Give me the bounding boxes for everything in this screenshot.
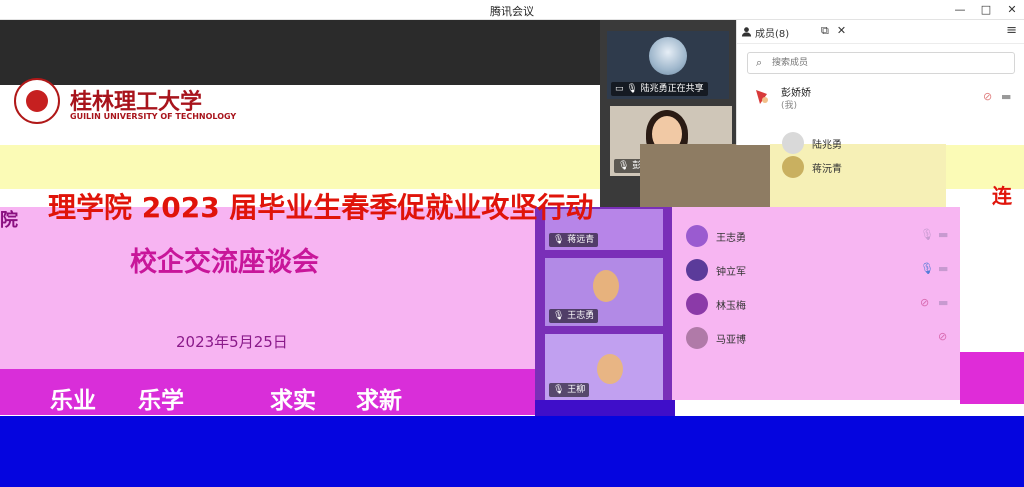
video-tile-sharer[interactable]: ▭ 🎙 陆兆勇正在共享	[607, 31, 729, 99]
member-name: 蒋沅青	[812, 164, 842, 175]
mic-muted-icon[interactable]: ⊘	[983, 90, 992, 103]
camera-icon[interactable]: ▬	[938, 262, 948, 275]
mic-muted-icon[interactable]: ⊘	[938, 330, 947, 343]
mic-muted-icon[interactable]: ⊘	[920, 296, 929, 309]
window-controls: — □ ✕	[954, 2, 1018, 18]
logo-emblem	[26, 90, 48, 112]
popout-icon[interactable]: ⧉	[821, 24, 829, 38]
avatar	[686, 225, 708, 247]
close-icon[interactable]: ✕	[837, 24, 846, 38]
slide-strip	[535, 400, 675, 416]
slide-headline-fragment: 院	[0, 210, 18, 231]
member-search-input[interactable]	[772, 55, 1002, 71]
slide-motto-4: 求新	[356, 388, 402, 414]
slide-motto-3: 求实	[270, 388, 316, 414]
camera-icon[interactable]: ▬	[1001, 90, 1011, 103]
title-bar: 腾讯会议 — □ ✕	[0, 0, 1024, 20]
avatar	[686, 327, 708, 349]
video-tile-name: 🎙 蒋远青	[549, 233, 599, 247]
member-name: 彭娇娇	[781, 88, 811, 99]
participant-name: 蒋远青	[567, 235, 595, 245]
camera-icon[interactable]: ▬	[938, 296, 948, 309]
participant-face	[593, 270, 619, 302]
mic-icon[interactable]: 🎙	[920, 262, 934, 275]
meeting-window: 腾讯会议 — □ ✕ 桂林理工大学 GUILIN UNIVERSITY OF T…	[0, 0, 1024, 487]
university-name-en: GUILIN UNIVERSITY OF TECHNOLOGY	[70, 112, 237, 121]
slide-band-blue	[0, 416, 1024, 487]
person-icon	[741, 27, 752, 37]
search-icon: ⌕	[756, 56, 763, 69]
member-row[interactable]: 马亚博 ⊘	[686, 325, 956, 351]
mic-icon: 🎙	[553, 311, 568, 321]
video-tile[interactable]: 🎙 王志勇	[545, 258, 663, 326]
panel-header-actions: ⧉ ✕	[821, 24, 846, 38]
member-row[interactable]: 蒋沅青	[782, 154, 942, 180]
sharing-status: 陆兆勇正在共享	[640, 84, 704, 94]
participant-name: 王柳	[567, 385, 586, 395]
avatar	[686, 259, 708, 281]
member-self-tag: (我)	[781, 101, 798, 111]
slide-date: 2023年5月25日	[176, 333, 288, 351]
member-name: 陆兆勇	[812, 140, 842, 151]
video-tile[interactable]: 🎙 王柳	[545, 334, 663, 400]
shared-screen-top	[0, 20, 600, 85]
video-tile-name: 🎙 王柳	[549, 383, 590, 397]
university-logo	[14, 78, 60, 124]
menu-icon[interactable]: ≡	[1006, 23, 1017, 38]
slide-motto-1: 乐业	[50, 388, 96, 414]
member-search[interactable]: ⌕	[747, 52, 1015, 74]
avatar	[782, 156, 804, 178]
member-name: 王志勇	[716, 233, 746, 244]
sharing-status-label: ▭ 🎙 陆兆勇正在共享	[611, 82, 708, 96]
member-count-title: 成员(8)	[755, 29, 790, 40]
avatar	[782, 132, 804, 154]
avatar	[751, 86, 773, 108]
member-name: 钟立军	[716, 267, 746, 278]
member-name: 林玉梅	[716, 301, 746, 312]
member-row[interactable]: 林玉梅 ⊘ ▬	[686, 291, 956, 317]
window-title: 腾讯会议	[490, 5, 534, 18]
video-tile-name: 🎙 王志勇	[549, 309, 599, 323]
member-row[interactable]: 钟立军 🎙 ▬	[686, 257, 956, 283]
member-name: 马亚博	[716, 335, 746, 346]
mic-icon: 🎙	[553, 235, 568, 245]
slide-motto-2: 乐学	[138, 388, 184, 414]
close-button[interactable]: ✕	[1006, 2, 1018, 18]
member-row-self[interactable]: 彭娇娇 (我) ⊘ ▬	[737, 80, 1024, 114]
sharer-avatar	[649, 37, 687, 75]
member-panel-header: 成员(8) ⧉ ✕ ≡	[737, 20, 1024, 44]
camera-icon[interactable]: ▬	[938, 228, 948, 241]
mic-icon[interactable]: 🎙	[920, 228, 934, 241]
slide-right-fragment: 连	[992, 184, 1012, 208]
mic-icon: 🎙	[553, 385, 568, 395]
slide-subtitle: 校企交流座谈会	[130, 247, 319, 278]
member-list-lower: 王志勇 🎙 ▬ 钟立军 🎙 ▬ 林玉梅 ⊘ ▬ 马亚博 ⊘	[672, 207, 960, 400]
minimize-button[interactable]: —	[954, 2, 966, 18]
slide-headline: 理学院 2023 届毕业生春季促就业攻坚行动	[48, 191, 594, 224]
slide-right-block	[960, 352, 1024, 404]
member-panel-middle: 陆兆勇 蒋沅青	[770, 132, 946, 208]
participant-face	[597, 354, 623, 384]
member-row[interactable]: 王志勇 🎙 ▬	[686, 223, 956, 249]
maximize-button[interactable]: □	[980, 2, 992, 18]
screen-share-icon: ▭ 🎙	[615, 84, 641, 94]
participant-name: 王志勇	[567, 311, 595, 321]
member-row[interactable]: 陆兆勇	[782, 130, 942, 156]
avatar	[686, 293, 708, 315]
mic-icon: 🎙	[618, 161, 633, 171]
member-panel: 成员(8) ⧉ ✕ ≡ ⌕ 彭娇娇 (我) ⊘ ▬	[736, 20, 1024, 145]
video-tile-partial[interactable]	[640, 144, 770, 208]
